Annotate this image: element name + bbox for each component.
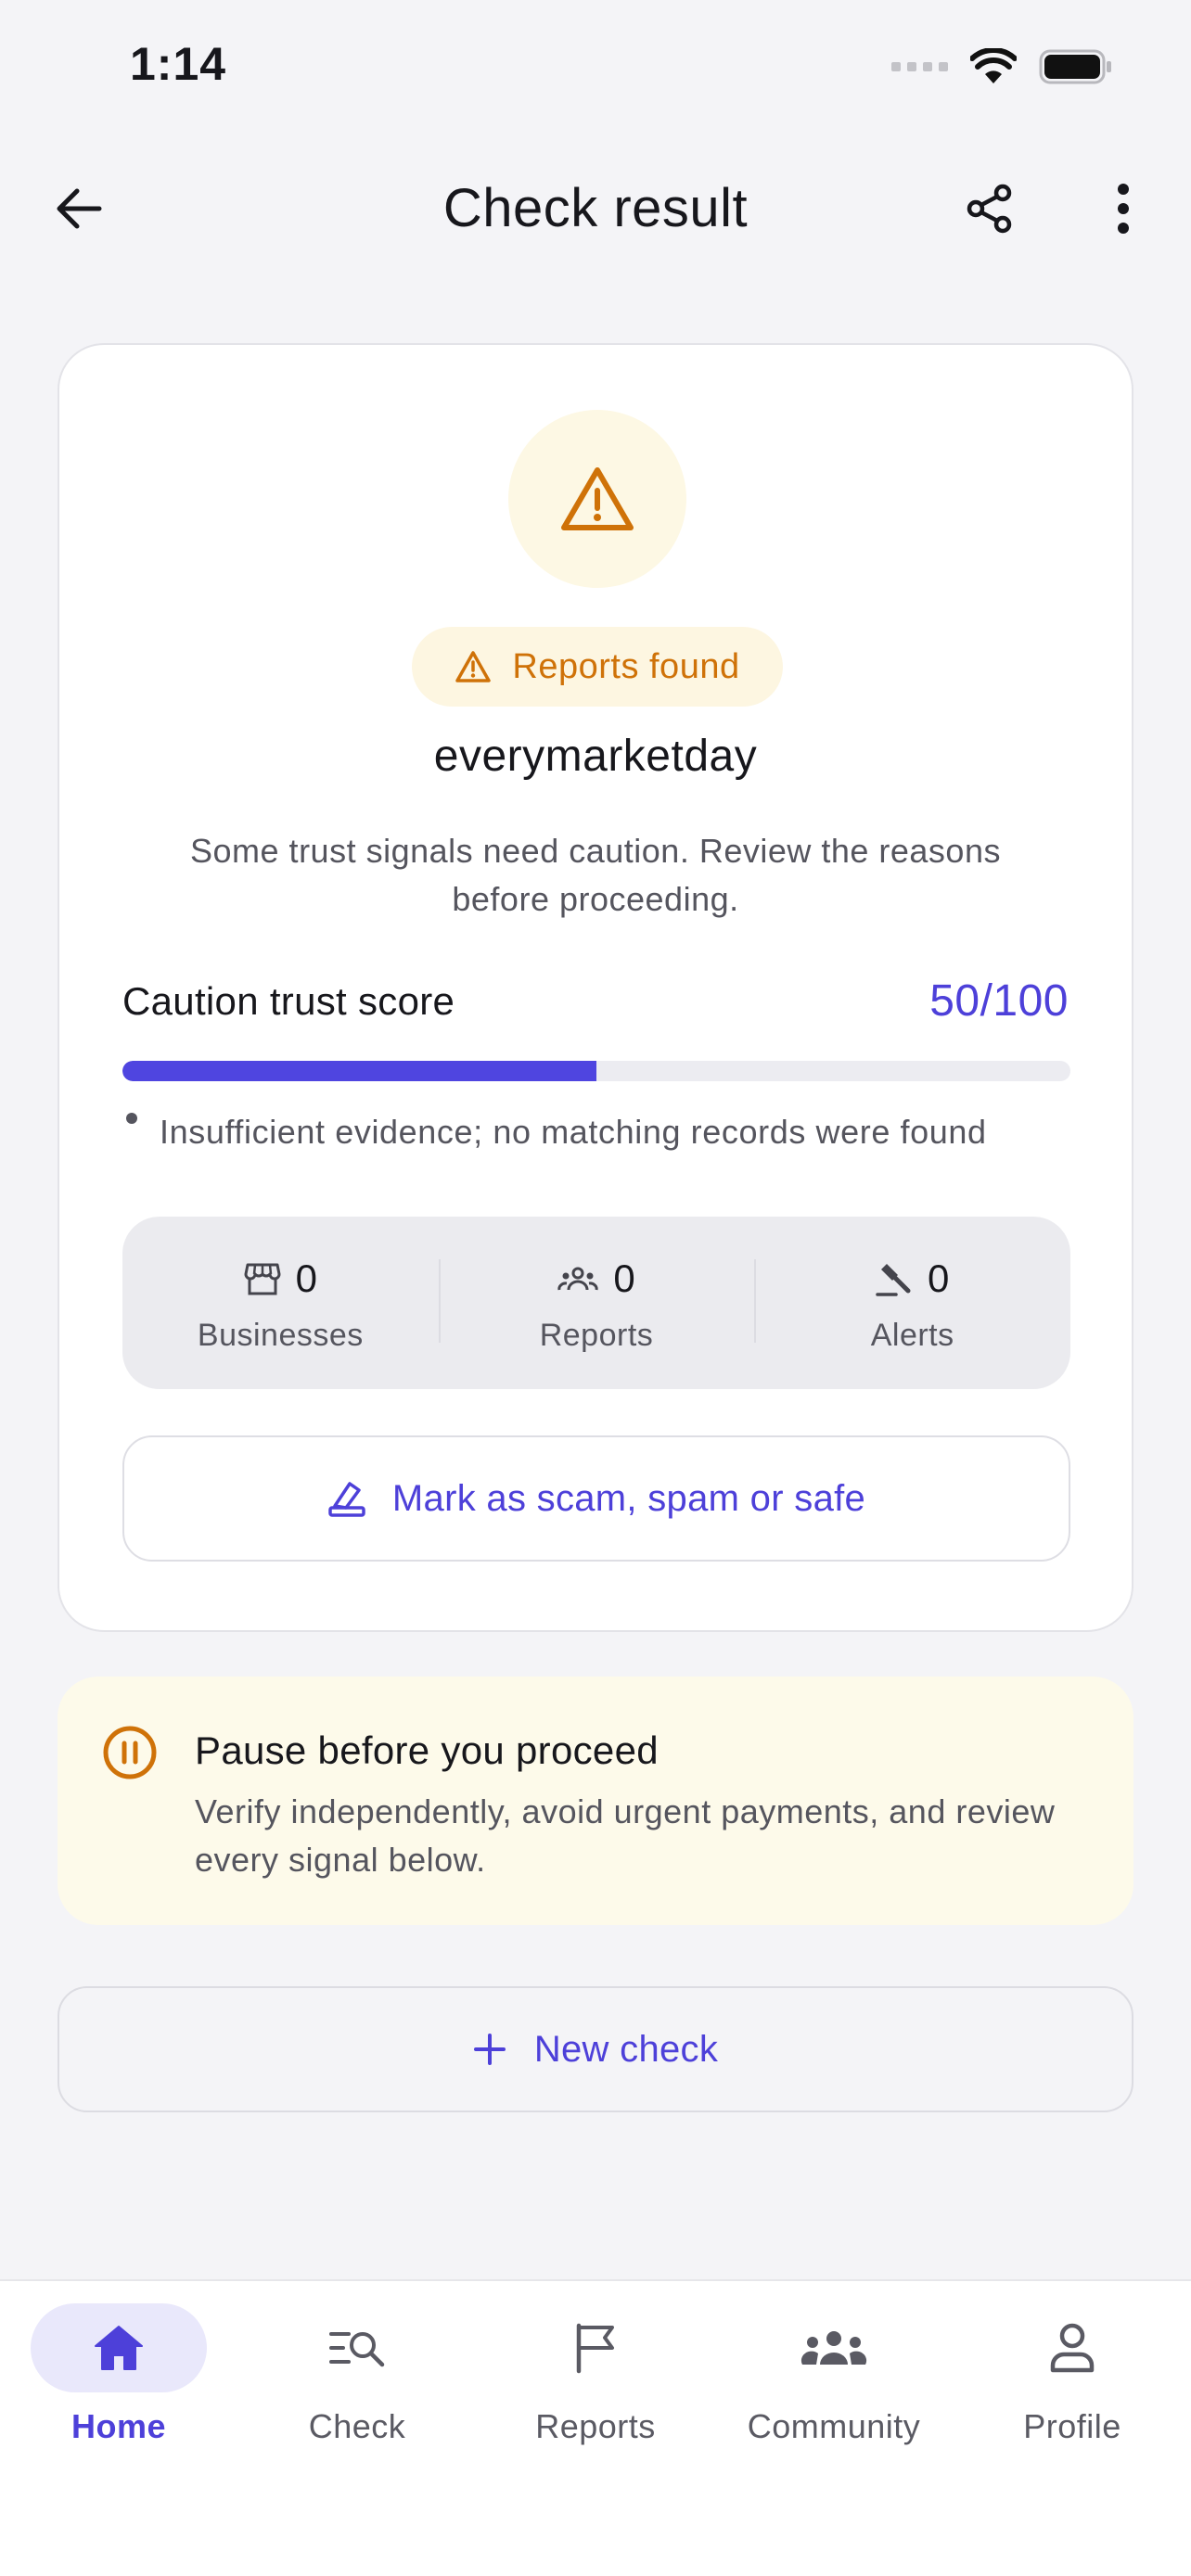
battery-icon	[1039, 49, 1111, 84]
reports-count: 0	[613, 1256, 635, 1300]
pause-circle-icon	[103, 1726, 157, 1779]
mark-as-scam-label: Mark as scam, spam or safe	[391, 1477, 866, 1519]
community-icon	[800, 2331, 867, 2365]
share-button[interactable]	[957, 176, 1022, 241]
stat-reports: 0 Reports	[438, 1217, 755, 1389]
nav-item-community[interactable]: Community	[723, 2303, 945, 2480]
gavel-icon	[876, 1263, 911, 1296]
trust-score-label: Caution trust score	[122, 979, 455, 1023]
businesses-label: Businesses	[197, 1317, 364, 1353]
more-vertical-icon	[1118, 184, 1129, 234]
new-check-label: New check	[533, 2028, 719, 2070]
result-card: Reports found everymarketday Some trust …	[58, 343, 1133, 1632]
nav-label-community: Community	[747, 2407, 921, 2445]
reports-found-badge: Reports found	[412, 627, 783, 707]
nav-label-check: Check	[308, 2407, 406, 2445]
summary-text: Some trust signals need caution. Review …	[190, 832, 1001, 918]
storefront-icon	[244, 1263, 281, 1294]
businesses-count: 0	[295, 1256, 318, 1300]
edit-mark-icon	[328, 1482, 365, 1517]
evidence-text: Insufficient evidence; no matching recor…	[160, 1113, 987, 1151]
stats-panel: 0 Businesses 0 Reports 0 Alerts	[122, 1217, 1070, 1389]
evidence-bullet	[126, 1113, 137, 1124]
warning-triangle-small-icon	[455, 651, 492, 682]
nav-item-reports[interactable]: Reports	[484, 2303, 707, 2480]
alerts-count: 0	[928, 1256, 950, 1300]
reports-label: Reports	[539, 1317, 654, 1353]
mark-as-scam-button[interactable]: Mark as scam, spam or safe	[122, 1435, 1070, 1562]
group-icon	[557, 1267, 598, 1290]
nav-item-profile[interactable]: Profile	[961, 2303, 1184, 2480]
pause-notice: Pause before you proceed Verify independ…	[58, 1677, 1133, 1925]
wifi-icon	[970, 48, 1017, 83]
search-list-icon	[329, 2332, 385, 2367]
home-icon	[95, 2326, 143, 2370]
nav-item-check[interactable]: Check	[246, 2303, 468, 2480]
nav-item-home[interactable]: Home	[7, 2303, 230, 2480]
status-time: 1:14	[130, 38, 227, 90]
app-bar: Check result	[0, 158, 1191, 260]
warning-circle	[508, 410, 686, 588]
cellular-signal-icon	[891, 62, 948, 71]
status-bar: 1:14	[0, 0, 1191, 130]
flag-icon	[576, 2323, 614, 2374]
share-icon	[967, 184, 1012, 234]
nav-label-reports: Reports	[535, 2407, 656, 2445]
trust-score-value: 50/100	[929, 976, 1069, 1026]
reports-found-label: Reports found	[512, 646, 740, 686]
pause-title: Pause before you proceed	[195, 1728, 659, 1772]
stat-alerts: 0 Alerts	[754, 1217, 1070, 1389]
status-icons	[891, 48, 1113, 85]
pause-body: Verify independently, avoid urgent payme…	[195, 1792, 1056, 1879]
nav-label-home: Home	[70, 2407, 167, 2445]
plus-icon	[473, 2034, 506, 2065]
nav-label-profile: Profile	[1023, 2407, 1121, 2445]
entity-name: everymarketday	[433, 732, 758, 781]
more-options-button[interactable]	[1091, 176, 1156, 241]
bottom-navigation: Home Check Reports Community Profile	[0, 2279, 1191, 2576]
trust-score-bar-fill	[122, 1061, 596, 1081]
alerts-label: Alerts	[870, 1317, 954, 1353]
trust-score-bar	[122, 1061, 1070, 1081]
stat-businesses: 0 Businesses	[122, 1217, 439, 1389]
check-result-screen: 1:14 Check result Reports found everymar…	[0, 0, 1191, 2576]
warning-triangle-icon	[561, 467, 634, 530]
new-check-button[interactable]: New check	[58, 1986, 1133, 2112]
person-icon	[1050, 2323, 1095, 2373]
